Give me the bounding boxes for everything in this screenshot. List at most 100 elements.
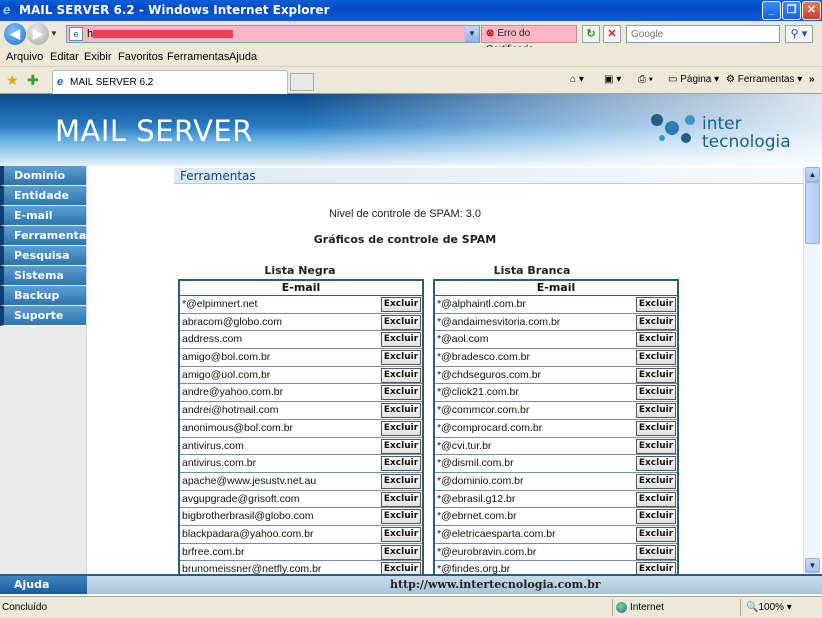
whitelist-email: *@dominio.com.br bbox=[437, 474, 524, 487]
footer-url[interactable]: http://www.intertecnologia.com.br bbox=[390, 578, 601, 591]
blacklist-delete-button[interactable]: Excluir bbox=[381, 473, 421, 489]
nav-email[interactable]: E-mail bbox=[0, 206, 86, 226]
whitelist-row: *@andaimesvitoria.com.br Excluir bbox=[435, 314, 677, 332]
chevron-more-icon[interactable]: » bbox=[809, 74, 815, 85]
nav-backup[interactable]: Backup bbox=[0, 286, 86, 306]
whitelist-delete-button[interactable]: Excluir bbox=[636, 526, 676, 542]
nav-pesquisa[interactable]: Pesquisa bbox=[0, 246, 86, 266]
whitelist-row: *@aol.com Excluir bbox=[435, 331, 677, 350]
whitelist-delete-button[interactable]: Excluir bbox=[636, 314, 676, 330]
feeds-icon[interactable]: ▣ ▾ bbox=[604, 74, 621, 85]
whitelist-email: *@dismil.com.br bbox=[437, 457, 514, 470]
blacklist-delete-button[interactable]: Excluir bbox=[381, 297, 421, 312]
blacklist-delete-button[interactable]: Excluir bbox=[381, 491, 421, 507]
whitelist-delete-button[interactable]: Excluir bbox=[636, 350, 676, 366]
whitelist-email: *@alphaintl.com.br bbox=[437, 298, 526, 310]
blacklist-row: avgupgrade@grisoft.com Excluir bbox=[180, 491, 422, 509]
blacklist-row: andre@yahoo.com.br Excluir bbox=[180, 384, 422, 403]
address-dropdown-icon[interactable]: ▼ bbox=[465, 26, 479, 42]
address-bar[interactable]: e h ▼ bbox=[66, 25, 480, 43]
scroll-down-icon[interactable]: ▼ bbox=[805, 558, 820, 573]
whitelist-delete-button[interactable]: Excluir bbox=[636, 420, 676, 436]
new-tab-button[interactable] bbox=[290, 73, 314, 91]
blacklist-delete-button[interactable]: Excluir bbox=[381, 438, 421, 454]
address-toolbar: ◀ ▶ ▼ e h ▼ ⊗Erro do Certificado ↻ ✕ ⚲ ▾ bbox=[0, 21, 822, 55]
whitelist-delete-button[interactable]: Excluir bbox=[636, 562, 676, 574]
nav-ferramentas[interactable]: Ferramentas bbox=[0, 226, 93, 246]
blacklist-delete-button[interactable]: Excluir bbox=[381, 350, 421, 366]
print-icon[interactable]: ⎙ ▾ bbox=[638, 74, 653, 85]
whitelist-delete-button[interactable]: Excluir bbox=[636, 297, 676, 312]
tools-menu[interactable]: ⚙ Ferramentas ▾ bbox=[726, 74, 802, 85]
whitelist-row: *@chdseguros.com.br Excluir bbox=[435, 367, 677, 385]
whitelist-delete-button[interactable]: Excluir bbox=[636, 544, 676, 560]
menu-arquivo[interactable]: Arquivo bbox=[6, 51, 43, 63]
back-button[interactable]: ◀ bbox=[4, 23, 26, 45]
menu-favoritos[interactable]: Favoritos bbox=[118, 51, 163, 63]
blacklist-delete-button[interactable]: Excluir bbox=[381, 385, 421, 401]
nav-entidade[interactable]: Entidade bbox=[0, 186, 86, 206]
nav-dominio[interactable]: Dominio bbox=[0, 166, 86, 186]
minimize-button[interactable]: _ bbox=[762, 1, 781, 20]
blacklist-column-header: E-mail bbox=[180, 281, 422, 296]
forward-button[interactable]: ▶ bbox=[27, 23, 49, 45]
refresh-button[interactable]: ↻ bbox=[582, 25, 600, 43]
blacklist-delete-button[interactable]: Excluir bbox=[381, 544, 421, 560]
address-url[interactable]: h bbox=[87, 28, 297, 40]
certificate-error-button[interactable]: ⊗Erro do Certificado bbox=[481, 25, 577, 55]
tab-mail-server[interactable]: e MAIL SERVER 6.2 bbox=[52, 70, 288, 94]
page-menu[interactable]: ▭ Página ▾ bbox=[668, 74, 719, 85]
whitelist-delete-button[interactable]: Excluir bbox=[636, 509, 676, 525]
blacklist-delete-button[interactable]: Excluir bbox=[381, 562, 421, 574]
scroll-up-icon[interactable]: ▲ bbox=[805, 167, 820, 182]
blacklist-email: andrei@hotmail.com bbox=[182, 404, 279, 417]
blacklist-delete-button[interactable]: Excluir bbox=[381, 367, 421, 383]
stop-button[interactable]: ✕ bbox=[603, 25, 621, 43]
search-input[interactable] bbox=[626, 25, 780, 43]
blacklist-email: blackpadara@yahoo.com.br bbox=[182, 527, 314, 540]
ie-logo-icon: e bbox=[3, 2, 11, 17]
blacklist-email: bigbrotherbrasil@globo.com bbox=[182, 510, 314, 523]
blacklist-delete-button[interactable]: Excluir bbox=[381, 332, 421, 348]
search-button[interactable]: ⚲ ▾ bbox=[785, 25, 813, 43]
whitelist-row: *@eletricaesparta.com.br Excluir bbox=[435, 526, 677, 544]
menu-exibir[interactable]: Exibir bbox=[84, 51, 112, 63]
whitelist-delete-button[interactable]: Excluir bbox=[636, 385, 676, 401]
zoom-control[interactable]: 🔍100% ▾ bbox=[746, 602, 792, 613]
whitelist-delete-button[interactable]: Excluir bbox=[636, 456, 676, 472]
add-favorite-icon[interactable]: ✚ bbox=[27, 72, 39, 89]
history-dropdown-icon[interactable]: ▼ bbox=[50, 29, 58, 38]
whitelist-delete-button[interactable]: Excluir bbox=[636, 473, 676, 489]
whitelist-delete-button[interactable]: Excluir bbox=[636, 438, 676, 454]
nav-sistema[interactable]: Sistema bbox=[0, 266, 86, 286]
whitelist-delete-button[interactable]: Excluir bbox=[636, 491, 676, 507]
whitelist-row: *@ebrasil.g12.br Excluir bbox=[435, 491, 677, 509]
main-content: Ferramentas Nivel de controle de SPAM: 3… bbox=[87, 166, 803, 574]
scroll-thumb[interactable] bbox=[805, 182, 820, 244]
home-icon[interactable]: ⌂ ▾ bbox=[570, 74, 584, 85]
whitelist-row: *@dismil.com.br Excluir bbox=[435, 455, 677, 473]
favorites-star-icon[interactable]: ★ bbox=[6, 72, 19, 89]
close-button[interactable]: ✕ bbox=[802, 1, 821, 20]
menu-editar[interactable]: Editar bbox=[50, 51, 79, 63]
blacklist-delete-button[interactable]: Excluir bbox=[381, 420, 421, 436]
whitelist-delete-button[interactable]: Excluir bbox=[636, 332, 676, 348]
blacklist-delete-button[interactable]: Excluir bbox=[381, 314, 421, 330]
blacklist-delete-button[interactable]: Excluir bbox=[381, 403, 421, 419]
whitelist-delete-button[interactable]: Excluir bbox=[636, 367, 676, 383]
blacklist-email: apache@www.jesustv.net.au bbox=[182, 474, 317, 487]
error-icon: ⊗ bbox=[486, 28, 495, 39]
tab-bar: ★ ✚ e MAIL SERVER 6.2 ⌂ ▾ ▣ ▾ ⎙ ▾ ▭ Pági… bbox=[0, 67, 822, 94]
vertical-scrollbar[interactable]: ▲ ▼ bbox=[803, 166, 820, 574]
help-link[interactable]: Ajuda bbox=[0, 576, 87, 594]
whitelist-delete-button[interactable]: Excluir bbox=[636, 403, 676, 419]
nav-suporte[interactable]: Suporte bbox=[0, 306, 86, 326]
menu-ajuda[interactable]: Ajuda bbox=[229, 51, 257, 63]
section-header: Ferramentas bbox=[174, 168, 803, 184]
maximize-button[interactable]: ❐ bbox=[782, 1, 801, 20]
blacklist-delete-button[interactable]: Excluir bbox=[381, 456, 421, 472]
blacklist-delete-button[interactable]: Excluir bbox=[381, 509, 421, 525]
blacklist-delete-button[interactable]: Excluir bbox=[381, 526, 421, 542]
menu-ferramentas[interactable]: Ferramentas bbox=[167, 51, 229, 63]
blacklist-email: brunomeissner@netfly.com.br bbox=[182, 563, 322, 574]
